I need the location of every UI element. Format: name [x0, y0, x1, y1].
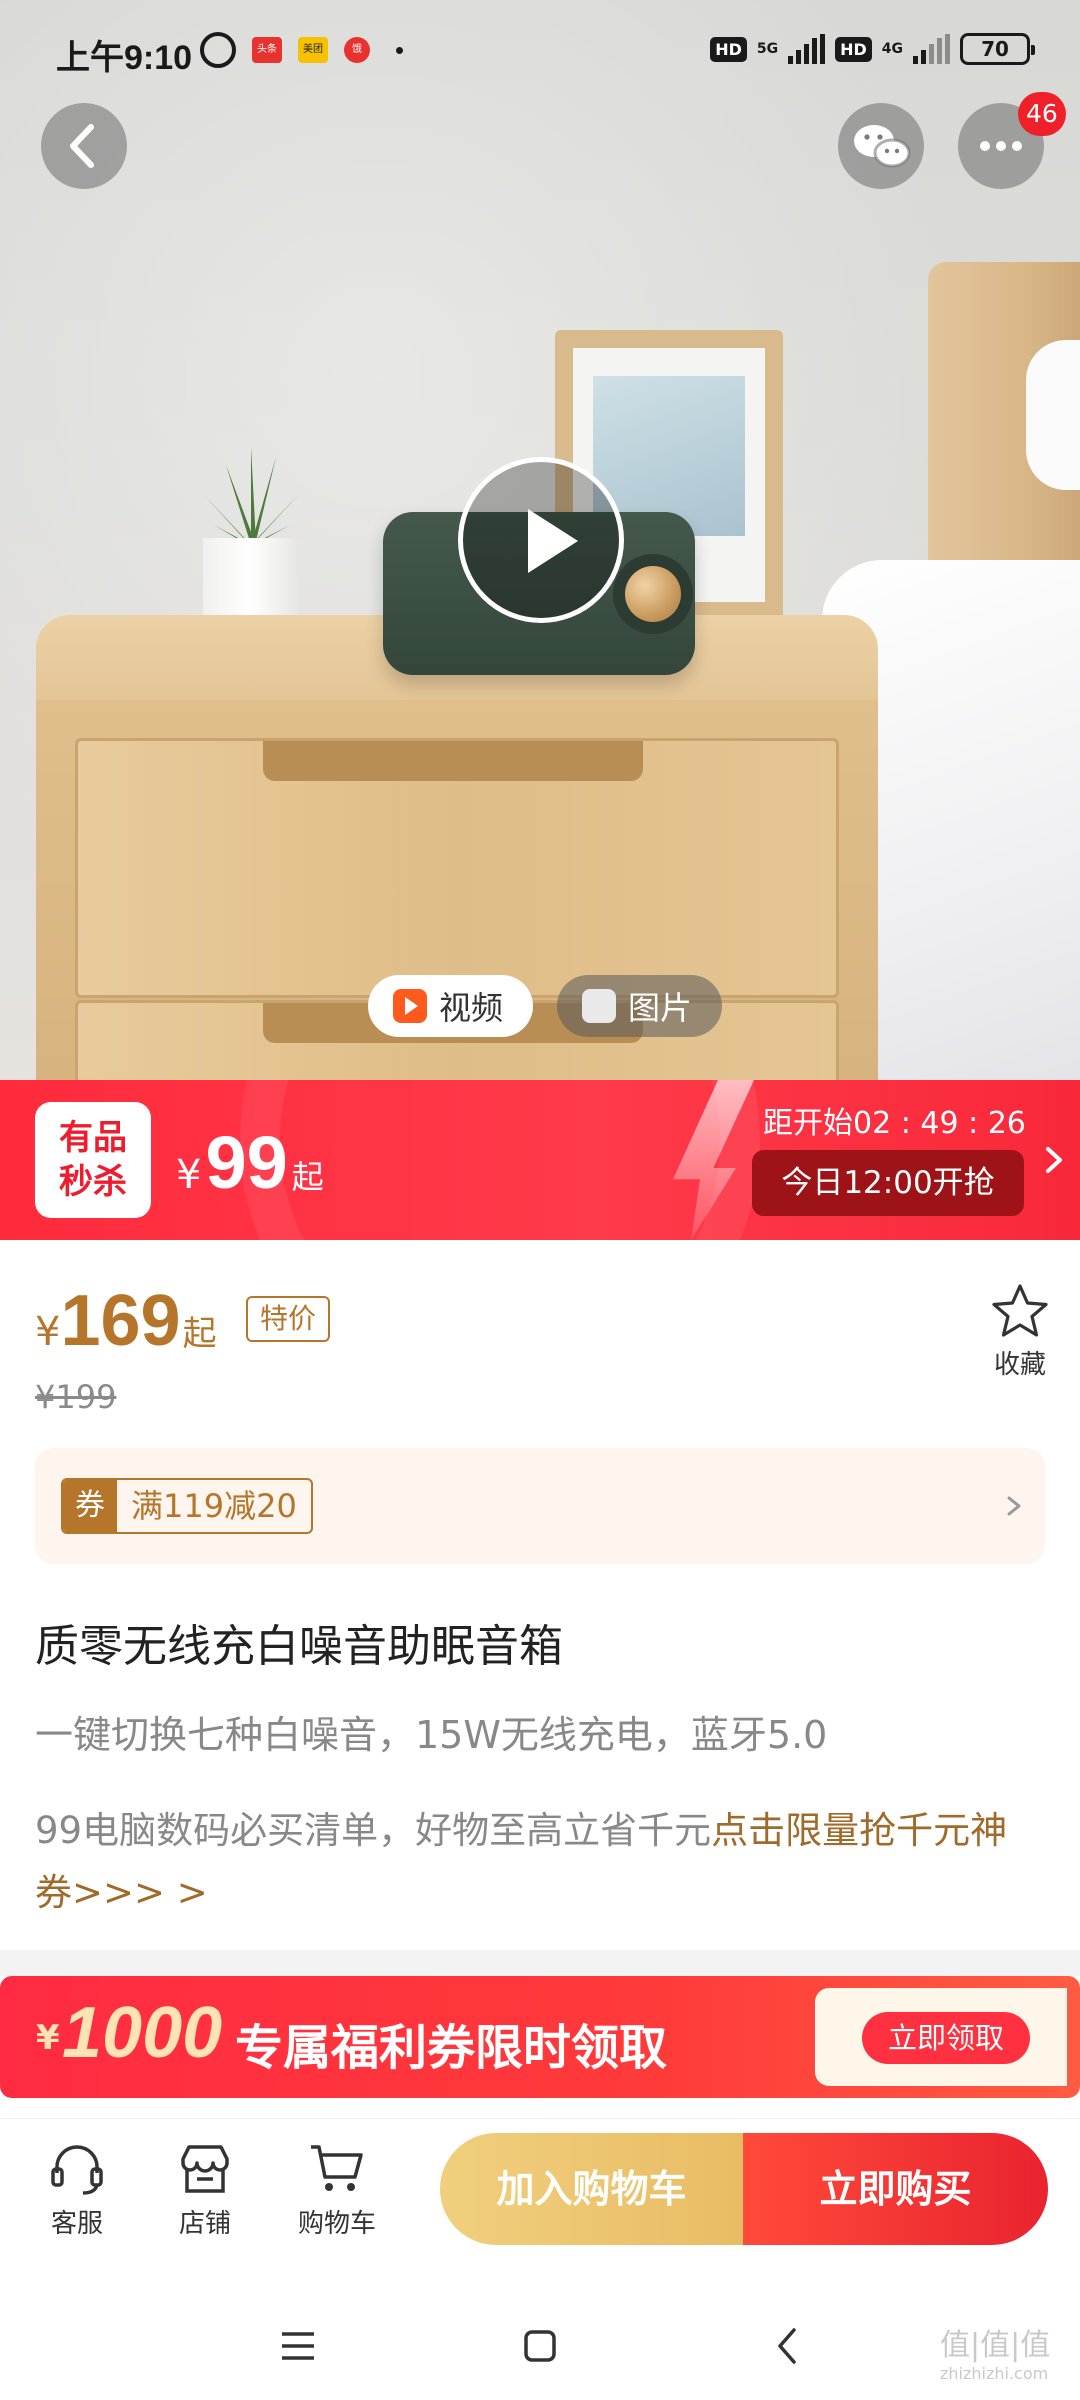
back-button[interactable] — [41, 103, 127, 189]
wechat-icon — [854, 125, 911, 168]
sale-start-time: 今日12:00开抢 — [752, 1150, 1024, 1216]
product-title: 质零无线充白噪音助眠音箱 — [35, 1621, 563, 1672]
media-tabs: 视频 图片 — [368, 975, 723, 1037]
promo-text: 99电脑数码必买清单，好物至高立省千元点击限量抢千元神券>>> > — [35, 1800, 1035, 1924]
countdown-timer: 距开始02 : 49 : 26 — [763, 1106, 1026, 1141]
star-icon — [992, 1284, 1048, 1337]
coupon-value: 满119减20 — [131, 1487, 297, 1525]
tab-video-label: 视频 — [439, 989, 504, 1027]
cart-icon — [311, 2145, 363, 2191]
alarm-icon — [200, 32, 236, 68]
customer-service-button[interactable]: 客服 — [22, 2139, 132, 2240]
shop-button[interactable]: 店铺 — [150, 2139, 260, 2240]
purchase-buttons: 加入购物车 立即购买 — [440, 2133, 1048, 2245]
price-suffix: 起 — [182, 1314, 217, 1354]
network-4g-label: 4G — [881, 41, 903, 57]
bottom-action-bar: 客服 店铺 购物车 加入购物车 立即购买 — [0, 2118, 1080, 2270]
price-value: 169 — [60, 1281, 181, 1361]
claim-coupon-button[interactable]: 立即领取 — [862, 2012, 1030, 2064]
currency-symbol: ¥ — [176, 1152, 202, 1198]
hd-icon: HD — [835, 36, 872, 62]
currency-symbol: ¥ — [35, 1309, 61, 1355]
notification-icons: 头条 美团 饿 — [200, 32, 403, 68]
more-notifications-dot — [396, 46, 403, 54]
watermark-site: zhizhizhi.com — [940, 2364, 1049, 2383]
product-subtitle: 一键切换七种白噪音，15W无线充电，蓝牙5.0 — [35, 1713, 828, 1757]
headset-icon — [51, 2145, 103, 2195]
status-time: 上午9:10 — [56, 39, 193, 77]
service-label: 客服 — [50, 2209, 103, 2239]
meituan-app-icon: 美团 — [298, 37, 328, 63]
price-suffix: 起 — [291, 1158, 324, 1196]
tab-video[interactable]: 视频 — [368, 975, 534, 1037]
status-indicators: HD 5G HD 4G 70 — [710, 33, 1035, 65]
image-icon — [582, 989, 617, 1023]
video-icon — [393, 989, 427, 1023]
shop-label: 店铺 — [178, 2209, 231, 2239]
section-divider — [0, 1950, 1080, 1976]
nightstand-drawer — [75, 738, 839, 998]
hd-icon: HD — [710, 36, 747, 62]
special-price-tag: 特价 — [246, 1296, 331, 1342]
favorite-button[interactable]: 收藏 — [980, 1282, 1060, 1381]
tab-images[interactable]: 图片 — [557, 975, 723, 1037]
tab-images-label: 图片 — [628, 989, 693, 1027]
flash-tag-line2: 秒杀 — [59, 1162, 127, 1202]
pillow — [1026, 340, 1080, 490]
flash-tag-line1: 有品 — [59, 1118, 127, 1158]
product-hero-image[interactable]: 46 视频 图片 — [0, 0, 1080, 1080]
signal-icon — [913, 34, 950, 64]
buy-now-button[interactable]: 立即购买 — [743, 2133, 1048, 2245]
play-icon — [528, 509, 578, 573]
signal-icon — [788, 34, 826, 64]
play-video-button[interactable] — [458, 457, 624, 623]
welfare-coupon-banner[interactable]: ¥ 1000 专属福利券限时领取 立即领取 — [0, 1976, 1080, 2098]
plant-leaves — [204, 447, 300, 545]
flash-sale-tag: 有品 秒杀 — [35, 1102, 151, 1218]
battery-icon: 70 — [960, 33, 1035, 65]
original-price: ¥199 — [35, 1378, 117, 1416]
welfare-text: 专属福利券限时领取 — [235, 2020, 668, 2076]
flash-sale-banner[interactable]: 有品 秒杀 ¥ 99 起 距开始02 : 49 : 26 今日12:00开抢 — [0, 1080, 1080, 1240]
favorite-label: 收藏 — [993, 1350, 1046, 1380]
cart-button[interactable]: 购物车 — [282, 2139, 392, 2240]
watermark: 值|值|值 zhizhizhi.com — [940, 2320, 1050, 2383]
coupon-key: 券 — [63, 1480, 117, 1532]
chevron-right-icon — [1046, 1147, 1062, 1173]
welfare-currency: ¥ — [36, 2018, 60, 2058]
network-5g-label: 5G — [756, 41, 779, 57]
home-icon[interactable] — [510, 2324, 570, 2368]
store-icon — [181, 2145, 229, 2193]
toutiao-app-icon: 头条 — [252, 37, 282, 63]
flash-price-value: 99 — [205, 1121, 288, 1204]
chevron-right-icon — [1007, 1496, 1021, 1516]
status-bar: 上午9:10 头条 美团 饿 HD 5G HD 4G 70 — [0, 0, 1080, 100]
coupon-chip: 券 满119减20 — [61, 1478, 313, 1534]
cart-label: 购物车 — [297, 2209, 376, 2239]
eleme-app-icon: 饿 — [344, 37, 370, 63]
add-to-cart-button[interactable]: 加入购物车 — [440, 2133, 743, 2245]
back-nav-icon[interactable] — [758, 2324, 818, 2368]
coupon-row[interactable]: 券 满119减20 — [35, 1448, 1045, 1564]
flash-price: ¥ 99 起 — [176, 1120, 324, 1205]
system-navigation-bar — [0, 2290, 1080, 2400]
welfare-amount: 1000 — [62, 1993, 223, 2073]
watermark-main: 值|值|值 — [940, 2328, 1051, 2363]
chevron-left-icon — [70, 124, 94, 168]
menu-icon[interactable] — [268, 2324, 328, 2368]
promo-text-main: 99电脑数码必买清单，好物至高立省千元 — [35, 1809, 712, 1852]
product-price: ¥ 169 起 — [35, 1280, 217, 1362]
share-wechat-button[interactable] — [838, 103, 924, 189]
